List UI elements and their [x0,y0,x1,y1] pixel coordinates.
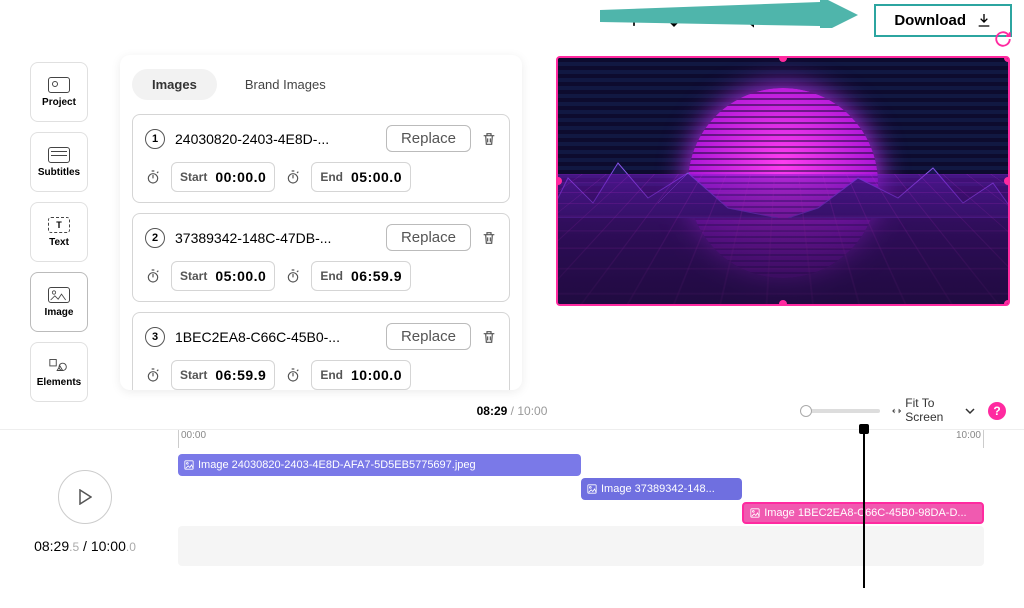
resize-handle-bottom[interactable] [779,300,787,306]
rail-project[interactable]: Project [30,62,88,122]
volume-icon[interactable] [744,10,764,30]
stopwatch-icon [145,169,161,185]
stopwatch-icon [285,367,301,383]
rail-text[interactable]: TText [30,202,88,262]
play-button[interactable] [58,470,112,524]
image-filename: 37389342-148C-47DB-... [175,230,376,246]
timeline-time-display: 08:29.5 / 10:00.0 [30,538,140,554]
timeline-clip[interactable]: Image 37389342-148... [581,478,742,500]
image-filename: 1BEC2EA8-C66C-45B0-... [175,329,376,345]
start-time-input[interactable]: Start05:00.0 [171,261,275,291]
stopwatch-icon [145,268,161,284]
rail-subtitles[interactable]: Subtitles [30,132,88,192]
delete-icon[interactable] [481,229,497,247]
replace-button[interactable]: Replace [386,125,471,152]
stopwatch-icon [285,169,301,185]
image-filename: 24030820-2403-4E8D-... [175,131,376,147]
image-card: 2 37389342-148C-47DB-... Replace Start05… [132,213,510,302]
image-index: 3 [145,327,165,347]
delete-icon[interactable] [481,328,497,346]
zoom-slider[interactable] [800,409,880,413]
rail-image[interactable]: Image [30,272,88,332]
end-time-input[interactable]: End05:00.0 [311,162,411,192]
arrow-up-icon[interactable] [624,10,644,30]
playhead[interactable] [863,430,865,588]
timeline: 08:29.5 / 10:00.0 00:00 10:00 Image 2403… [0,430,1024,608]
image-card: 3 1BEC2EA8-C66C-45B0-... Replace Start06… [132,312,510,390]
download-button[interactable]: Download [874,4,1012,37]
chevron-down-icon[interactable] [964,405,976,417]
tool-rail: Project Subtitles TText Image Elements [30,62,90,402]
start-time-input[interactable]: Start06:59.9 [171,360,275,390]
canvas-preview[interactable] [556,56,1010,306]
image-card: 1 24030820-2403-4E8D-... Replace Start00… [132,114,510,203]
timeline-clip[interactable]: Image 24030820-2403-4E8D-AFA7-5D5EB57756… [178,454,581,476]
delete-icon[interactable] [481,130,497,148]
resize-handle-tr[interactable] [1004,56,1010,62]
replace-button[interactable]: Replace [386,224,471,251]
stopwatch-icon [285,268,301,284]
undo-icon[interactable] [704,10,724,30]
track-area[interactable]: 00:00 10:00 Image 24030820-2403-4E8D-AFA… [178,430,984,598]
start-time-input[interactable]: Start00:00.0 [171,162,275,192]
end-time-input[interactable]: End10:00.0 [311,360,411,390]
rotate-icon[interactable] [994,30,1012,53]
stopwatch-icon [145,367,161,383]
tab-brand-images[interactable]: Brand Images [225,69,346,100]
tab-images[interactable]: Images [132,69,217,100]
help-button[interactable]: ? [988,402,1006,420]
replace-button[interactable]: Replace [386,323,471,350]
resize-handle-right[interactable] [1004,177,1010,185]
time-readout: 08:29 / 10:00 [477,404,548,418]
fit-to-screen-button[interactable]: Fit To Screen [892,397,952,423]
image-index: 1 [145,129,165,149]
end-time-input[interactable]: End06:59.9 [311,261,411,291]
resize-handle-br[interactable] [1004,300,1010,306]
timeline-controls-row: 08:29 / 10:00 Fit To Screen ? [0,392,1024,430]
images-panel: Images Brand Images 1 24030820-2403-4E8D… [120,55,522,390]
arrow-down-icon[interactable] [664,10,684,30]
download-label: Download [894,12,966,29]
image-index: 2 [145,228,165,248]
